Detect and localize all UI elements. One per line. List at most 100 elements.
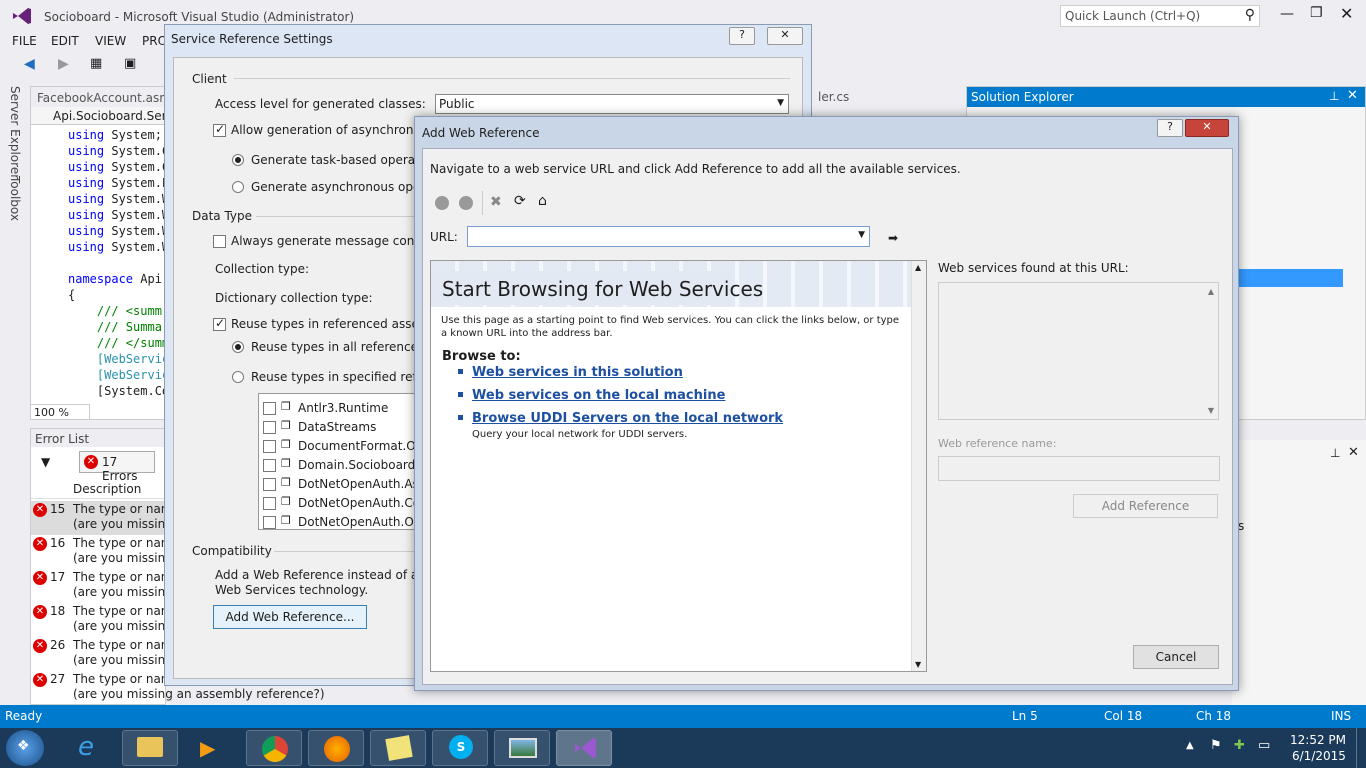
add-reference-button[interactable]: Add Reference bbox=[1073, 494, 1218, 518]
add-web-reference-button[interactable]: Add Web Reference... bbox=[213, 605, 367, 629]
reuse-all-radio[interactable] bbox=[232, 341, 244, 353]
pin-icon-2[interactable]: ⊥ bbox=[1330, 446, 1340, 460]
taskbar-chrome[interactable] bbox=[246, 730, 302, 766]
access-level-select[interactable]: Public ▼ bbox=[435, 94, 789, 114]
display-icon[interactable]: ▭ bbox=[1258, 738, 1270, 753]
srs-close-button[interactable]: ✕ bbox=[767, 27, 803, 45]
url-dropdown-icon[interactable]: ▼ bbox=[858, 230, 865, 240]
clock-time[interactable]: 12:52 PM bbox=[1290, 733, 1346, 747]
selected-tree-item[interactable] bbox=[1231, 269, 1343, 287]
menu-view[interactable]: VIEW bbox=[95, 34, 126, 48]
link-uddi-servers[interactable]: Browse UDDI Servers on the local network bbox=[472, 411, 783, 426]
srs-help-button[interactable]: ? bbox=[729, 27, 755, 45]
reuse-specified-radio[interactable] bbox=[232, 371, 244, 383]
go-icon[interactable]: ➡ bbox=[888, 231, 898, 245]
home-icon[interactable]: ⌂ bbox=[538, 193, 547, 209]
url-input[interactable]: ▼ bbox=[467, 226, 870, 247]
access-level-value: Public bbox=[439, 97, 475, 111]
quick-launch-input[interactable]: Quick Launch (Ctrl+Q) ⚲ bbox=[1060, 5, 1260, 27]
taskbar-visual-studio[interactable] bbox=[556, 730, 612, 766]
new-project-icon[interactable]: ▦ bbox=[90, 56, 102, 71]
back-icon[interactable]: ◀ bbox=[24, 56, 35, 72]
taskbar-firefox[interactable] bbox=[308, 730, 364, 766]
error-row[interactable]: ✕ 26 The type or name (are you missing bbox=[31, 637, 180, 671]
status-char: Ch 18 bbox=[1196, 709, 1232, 723]
taskbar-ie[interactable]: e bbox=[62, 730, 118, 766]
clock-date[interactable]: 6/1/2015 bbox=[1292, 749, 1346, 763]
awr-close-button[interactable]: ✕ bbox=[1185, 119, 1229, 137]
assembly-icon: ❐ bbox=[281, 476, 291, 489]
taskbar-skype[interactable]: S bbox=[432, 730, 488, 766]
save-icon[interactable]: ▣ bbox=[124, 56, 136, 71]
menu-file[interactable]: FILE bbox=[12, 34, 37, 48]
network-icon[interactable]: ✚ bbox=[1234, 738, 1245, 753]
code-text: /// Summar bbox=[68, 320, 166, 334]
code-text: [WebServic bbox=[68, 368, 166, 382]
toolbox-tab[interactable]: Toolbox bbox=[8, 176, 22, 221]
forward-nav-icon[interactable] bbox=[459, 196, 473, 210]
server-explorer-tab[interactable]: Server Explorer bbox=[8, 86, 22, 179]
minimize-button[interactable]: — bbox=[1280, 6, 1294, 22]
link-local-machine[interactable]: Web services on the local machine bbox=[472, 388, 725, 403]
code-line: /// </summ bbox=[68, 336, 166, 350]
error-row[interactable]: ✕ 15 The type or name (are you missing bbox=[31, 501, 180, 535]
pin-icon[interactable]: ⊥ bbox=[1329, 89, 1339, 103]
taskbar-photos[interactable] bbox=[494, 730, 550, 766]
code-text: System.W bbox=[104, 192, 166, 206]
start-button[interactable]: ❖ bbox=[6, 730, 44, 766]
back-nav-icon[interactable] bbox=[435, 196, 449, 210]
awr-help-button[interactable]: ? bbox=[1157, 119, 1183, 137]
zoom-dropdown[interactable]: 100 % bbox=[30, 404, 90, 420]
error-row[interactable]: ✕ 18 The type or name (are you missing bbox=[31, 603, 180, 637]
stop-icon[interactable]: ✖ bbox=[490, 194, 502, 210]
assembly-checkbox[interactable] bbox=[263, 516, 276, 529]
filter-icon[interactable]: ▼ bbox=[41, 455, 50, 469]
gen-async-radio[interactable] bbox=[232, 181, 244, 193]
error-text-2: (are you missing bbox=[73, 551, 173, 565]
error-row[interactable]: ✕ 16 The type or name (are you missing bbox=[31, 535, 180, 569]
ref-name-input[interactable] bbox=[938, 456, 1220, 481]
awr-body: Navigate to a web service URL and click … bbox=[422, 148, 1233, 685]
code-line: /// Summar bbox=[68, 320, 166, 334]
assembly-name: DotNetOpenAuth.Asp bbox=[298, 477, 427, 491]
close-button[interactable]: ✕ bbox=[1340, 4, 1353, 23]
taskbar-explorer[interactable] bbox=[122, 730, 178, 766]
allow-async-checkbox[interactable] bbox=[213, 122, 226, 137]
close-panel-icon[interactable]: ✕ bbox=[1347, 88, 1358, 103]
document-tab[interactable]: FacebookAccount.asmx bbox=[31, 87, 178, 109]
nav-dropdown[interactable]: Api.Socioboard.Servic bbox=[31, 107, 184, 125]
always-gen-checkbox[interactable] bbox=[213, 235, 226, 248]
errors-filter-button[interactable]: ✕ 17 Errors bbox=[79, 451, 155, 483]
close-panel-icon-2[interactable]: ✕ bbox=[1348, 445, 1359, 460]
found-services-list[interactable]: ▲ ▼ bbox=[938, 282, 1219, 420]
assembly-checkbox[interactable] bbox=[263, 478, 276, 491]
code-text: System.W bbox=[104, 224, 166, 238]
flag-icon[interactable]: ⚑ bbox=[1210, 738, 1222, 753]
reuse-types-checkbox[interactable] bbox=[213, 316, 226, 331]
refresh-icon[interactable]: ⟳ bbox=[514, 193, 526, 209]
forward-icon[interactable]: ▶ bbox=[58, 56, 69, 72]
taskbar-notes[interactable] bbox=[370, 730, 426, 766]
code-text: System.C bbox=[104, 144, 166, 158]
assembly-checkbox[interactable] bbox=[263, 459, 276, 472]
menu-edit[interactable]: EDIT bbox=[51, 34, 79, 48]
assembly-checkbox[interactable] bbox=[263, 497, 276, 510]
code-text: Api bbox=[133, 272, 162, 286]
assembly-checkbox[interactable] bbox=[263, 402, 276, 415]
maximize-button[interactable]: ❐ bbox=[1310, 5, 1323, 21]
assembly-checkbox[interactable] bbox=[263, 440, 276, 453]
code-line: using System.L bbox=[68, 176, 166, 190]
error-row[interactable]: ✕ 17 The type or name (are you missing bbox=[31, 569, 180, 603]
show-desktop-button[interactable] bbox=[1356, 728, 1366, 768]
cancel-button[interactable]: Cancel bbox=[1133, 645, 1219, 669]
taskbar-media[interactable]: ▶ bbox=[184, 730, 240, 766]
link-solution-services[interactable]: Web services in this solution bbox=[472, 365, 683, 380]
assembly-checkbox[interactable] bbox=[263, 421, 276, 434]
show-hidden-icons[interactable]: ▲ bbox=[1186, 740, 1194, 751]
code-area[interactable]: using System; using System.C using System.… bbox=[30, 128, 166, 404]
assembly-list[interactable]: ❐ Antlr3.Runtime ❐ DataStreams ❐ DocumentForm… bbox=[258, 393, 428, 530]
second-doc-tab[interactable]: ler.cs bbox=[812, 86, 962, 108]
gen-task-radio[interactable] bbox=[232, 154, 244, 166]
browser-scrollbar[interactable]: ▲ ▼ bbox=[911, 261, 926, 671]
description-header[interactable]: Description bbox=[31, 479, 165, 499]
